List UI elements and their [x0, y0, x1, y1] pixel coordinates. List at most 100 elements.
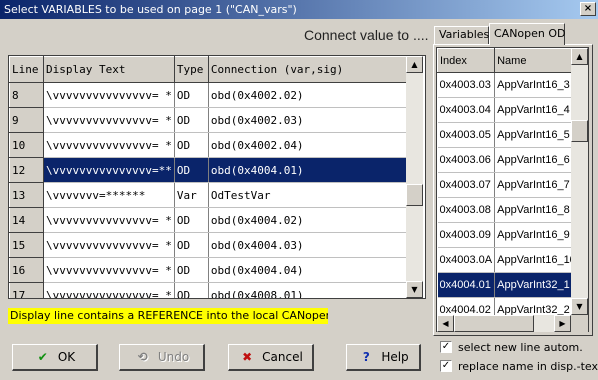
od-row[interactable]: 0x4003.07 AppVarInt16_7	[437, 172, 586, 198]
window-title: Select VARIABLES to be used on page 1 ("…	[4, 3, 297, 16]
undo-label: Undo	[157, 350, 190, 364]
line-number-cell[interactable]: 10	[9, 132, 44, 158]
od-index-cell[interactable]: 0x4004.01	[437, 272, 496, 298]
column-header-display-text[interactable]: Display Text	[43, 56, 175, 83]
type-cell[interactable]: OD	[174, 207, 209, 233]
canopen-od-list[interactable]: Index Name 0x4003.03 AppVarInt16_3 0x4003.…	[436, 47, 589, 332]
connection-cell[interactable]: obd(0x4002.02)	[208, 82, 421, 108]
table-row[interactable]: 17 \vvvvvvvvvvvvvvv= * OD obd(0x4008.01)	[9, 282, 421, 298]
line-number-cell[interactable]: 8	[9, 82, 44, 108]
connection-cell[interactable]: OdTestVar	[208, 182, 421, 208]
undo-button[interactable]: ⟲ Undo	[119, 344, 205, 371]
type-cell[interactable]: OD	[174, 82, 209, 108]
type-cell[interactable]: OD	[174, 282, 209, 298]
table-row[interactable]: 13 \vvvvvvv=****** Var OdTestVar	[9, 182, 421, 208]
type-cell[interactable]: OD	[174, 132, 209, 158]
canopen-od-table: Index Name 0x4003.03 AppVarInt16_3 0x4003.…	[437, 48, 586, 323]
od-row[interactable]: 0x4003.03 AppVarInt16_3	[437, 72, 586, 98]
connection-cell[interactable]: obd(0x4004.01)	[208, 157, 421, 183]
column-header-line[interactable]: Line	[9, 56, 44, 83]
column-header-connection[interactable]: Connection (var,sig)	[207, 56, 421, 83]
od-row[interactable]: 0x4004.01 AppVarInt32_1	[437, 272, 586, 298]
od-scroll-up-icon[interactable]: ▲	[571, 48, 588, 65]
od-row[interactable]: 0x4003.09 AppVarInt16_9	[437, 222, 586, 248]
tab-canopen-od[interactable]: CANopen OD	[489, 23, 566, 45]
scroll-down-icon[interactable]: ▼	[406, 281, 423, 298]
display-text-cell[interactable]: \vvvvvvvvvvvvvvv= *	[43, 232, 175, 258]
line-number-cell[interactable]: 15	[9, 232, 44, 258]
line-number-cell[interactable]: 17	[9, 282, 44, 298]
od-index-cell[interactable]: 0x4003.0A	[437, 247, 496, 273]
type-cell[interactable]: OD	[174, 107, 209, 133]
od-index-cell[interactable]: 0x4003.07	[437, 172, 496, 198]
type-cell[interactable]: Var	[174, 182, 209, 208]
od-index-cell[interactable]: 0x4003.08	[437, 197, 496, 223]
cancel-button[interactable]: ✖ Cancel	[228, 344, 314, 371]
tab-variables[interactable]: Variables	[434, 26, 489, 44]
replace-name-checkbox[interactable]: ✓	[440, 360, 452, 372]
select-new-line-label: select new line autom.	[458, 341, 583, 354]
od-hscroll-thumb[interactable]	[454, 315, 534, 332]
scroll-thumb[interactable]	[406, 184, 423, 206]
od-index-cell[interactable]: 0x4003.06	[437, 147, 496, 173]
od-scroll-down-icon[interactable]: ▼	[571, 298, 588, 315]
od-index-cell[interactable]: 0x4003.04	[437, 97, 496, 123]
od-scroll-right-icon[interactable]: ▶	[554, 315, 571, 332]
od-scroll-thumb[interactable]	[571, 120, 588, 142]
line-number-cell[interactable]: 9	[9, 107, 44, 133]
table-row[interactable]: 8 \vvvvvvvvvvvvvvv= * OD obd(0x4002.02)	[9, 82, 421, 108]
type-cell[interactable]: OD	[174, 232, 209, 258]
od-vertical-scrollbar[interactable]: ▲ ▼	[571, 48, 588, 315]
connect-value-label: Connect value to ....	[304, 27, 429, 43]
help-button[interactable]: ? Help	[346, 344, 421, 371]
type-cell[interactable]: OD	[174, 157, 209, 183]
grid-vertical-scrollbar[interactable]: ▲ ▼	[406, 56, 423, 298]
connection-cell[interactable]: obd(0x4008.01)	[208, 282, 421, 298]
line-number-cell[interactable]: 16	[9, 257, 44, 283]
display-text-cell[interactable]: \vvvvvvvvvvvvvvv= *	[43, 82, 175, 108]
display-text-cell[interactable]: \vvvvvvvvvvvvvvv= *	[43, 282, 175, 298]
reference-hint: Display line contains a REFERENCE into t…	[8, 308, 328, 324]
display-lines-grid[interactable]: Line Display Text Type Connection (var,s…	[8, 55, 426, 299]
line-number-cell[interactable]: 14	[9, 207, 44, 233]
table-row[interactable]: 12 \vvvvvvvvvvvvvvv=** OD obd(0x4004.01)	[9, 157, 421, 183]
od-row[interactable]: 0x4003.0A AppVarInt16_10	[437, 247, 586, 273]
table-row[interactable]: 14 \vvvvvvvvvvvvvvv= * OD obd(0x4004.02)	[9, 207, 421, 233]
cross-icon: ✖	[242, 350, 253, 364]
connection-cell[interactable]: obd(0x4004.02)	[208, 207, 421, 233]
od-row[interactable]: 0x4003.08 AppVarInt16_8	[437, 197, 586, 223]
display-text-cell[interactable]: \vvvvvvv=******	[43, 182, 175, 208]
od-index-cell[interactable]: 0x4003.09	[437, 222, 496, 248]
replace-name-label: replace name in disp.-text	[458, 360, 598, 373]
od-scroll-left-icon[interactable]: ◀	[437, 315, 454, 332]
scroll-up-icon[interactable]: ▲	[406, 56, 423, 73]
table-row[interactable]: 9 \vvvvvvvvvvvvvvv= * OD obd(0x4002.03)	[9, 107, 421, 133]
od-index-cell[interactable]: 0x4003.05	[437, 122, 496, 148]
scrollbar-corner	[571, 315, 588, 332]
connection-cell[interactable]: obd(0x4002.03)	[208, 107, 421, 133]
column-header-index[interactable]: Index	[437, 48, 496, 73]
od-row[interactable]: 0x4003.06 AppVarInt16_6	[437, 147, 586, 173]
display-text-cell[interactable]: \vvvvvvvvvvvvvvv= *	[43, 207, 175, 233]
display-text-cell[interactable]: \vvvvvvvvvvvvvvv= *	[43, 132, 175, 158]
line-number-cell[interactable]: 13	[9, 182, 44, 208]
connection-cell[interactable]: obd(0x4004.03)	[208, 232, 421, 258]
od-index-cell[interactable]: 0x4003.03	[437, 72, 496, 98]
display-text-cell[interactable]: \vvvvvvvvvvvvvvv= *	[43, 257, 175, 283]
display-text-cell[interactable]: \vvvvvvvvvvvvvvv= *	[43, 107, 175, 133]
close-icon[interactable]: ×	[580, 2, 596, 16]
connection-cell[interactable]: obd(0x4004.04)	[208, 257, 421, 283]
od-horizontal-scrollbar[interactable]: ◀ ▶	[437, 315, 571, 332]
od-row[interactable]: 0x4003.05 AppVarInt16_5	[437, 122, 586, 148]
type-cell[interactable]: OD	[174, 257, 209, 283]
line-number-cell[interactable]: 12	[9, 157, 44, 183]
column-header-type[interactable]: Type	[173, 56, 209, 83]
ok-button[interactable]: ✔ OK	[12, 344, 98, 371]
table-row[interactable]: 10 \vvvvvvvvvvvvvvv= * OD obd(0x4002.04)	[9, 132, 421, 158]
table-row[interactable]: 16 \vvvvvvvvvvvvvvv= * OD obd(0x4004.04)	[9, 257, 421, 283]
od-row[interactable]: 0x4003.04 AppVarInt16_4	[437, 97, 586, 123]
select-new-line-checkbox[interactable]: ✓	[440, 341, 452, 353]
display-text-cell[interactable]: \vvvvvvvvvvvvvvv=**	[43, 157, 175, 183]
table-row[interactable]: 15 \vvvvvvvvvvvvvvv= * OD obd(0x4004.03)	[9, 232, 421, 258]
connection-cell[interactable]: obd(0x4002.04)	[208, 132, 421, 158]
